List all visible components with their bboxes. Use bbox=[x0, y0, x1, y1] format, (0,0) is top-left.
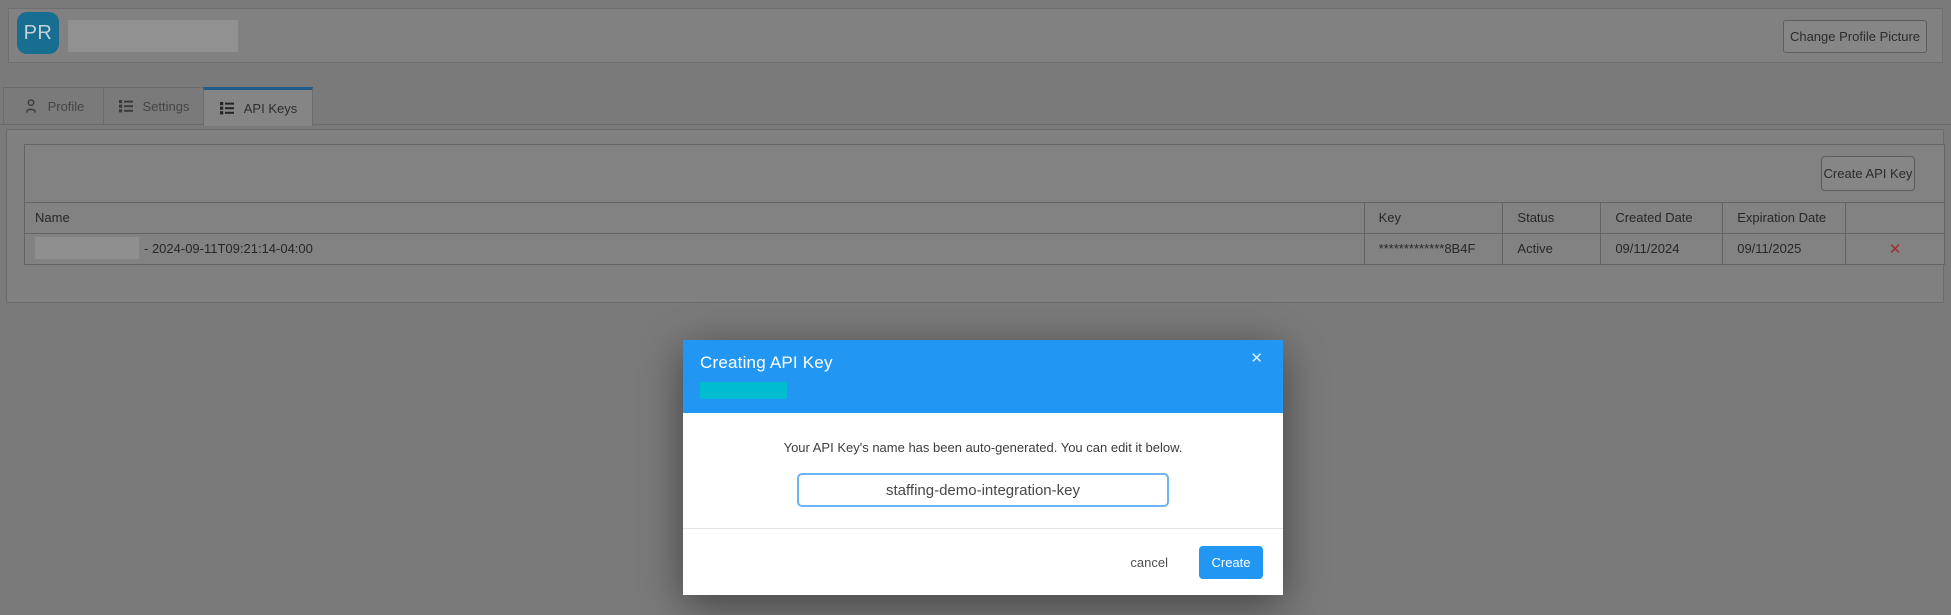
create-api-key-button[interactable]: Create API Key bbox=[1821, 156, 1915, 191]
api-keys-panel: Create API Key Name Key Status Created D… bbox=[6, 129, 1945, 303]
tab-settings[interactable]: Settings bbox=[103, 87, 203, 124]
create-button[interactable]: Create bbox=[1199, 545, 1263, 579]
api-key-name-cell: - 2024-09-11T09:21:14-04:00 bbox=[25, 234, 1364, 264]
api-keys-table: Create API Key Name Key Status Created D… bbox=[24, 144, 1945, 265]
close-icon[interactable]: ✕ bbox=[1246, 347, 1267, 370]
delete-icon[interactable]: ✕ bbox=[1889, 242, 1902, 257]
cancel-button[interactable]: cancel bbox=[1130, 555, 1168, 570]
tab-profile-label: Profile bbox=[47, 98, 85, 114]
tab-api-keys-label: API Keys bbox=[243, 100, 298, 116]
table-header-row: Name Key Status Created Date Expiration … bbox=[25, 202, 1944, 233]
list-icon bbox=[219, 100, 235, 116]
column-header-key: Key bbox=[1363, 203, 1503, 233]
profile-header-bar: PR Change Profile Picture bbox=[8, 8, 1943, 63]
table-toolbar: Create API Key bbox=[25, 145, 1944, 202]
dialog-title: Creating API Key bbox=[700, 353, 833, 372]
column-header-expiration: Expiration Date bbox=[1722, 203, 1845, 233]
person-icon bbox=[23, 98, 39, 114]
tab-api-keys[interactable]: API Keys bbox=[203, 87, 313, 126]
redacted-profile-name bbox=[68, 20, 238, 52]
api-key-created-cell: 09/11/2024 bbox=[1600, 234, 1722, 264]
api-key-actions-cell: ✕ bbox=[1845, 234, 1944, 264]
creating-api-key-dialog: Creating API Key ✕ Your API Key's name h… bbox=[683, 340, 1283, 595]
column-header-created: Created Date bbox=[1600, 203, 1722, 233]
api-key-status-cell: Active bbox=[1502, 234, 1600, 264]
profile-tabs: Profile Settings API Keys bbox=[0, 87, 1951, 126]
column-header-actions bbox=[1845, 203, 1944, 233]
tab-profile[interactable]: Profile bbox=[3, 87, 103, 124]
api-key-expiration-cell: 09/11/2025 bbox=[1722, 234, 1845, 264]
redacted-dialog-subtitle bbox=[700, 382, 787, 399]
change-profile-picture-button[interactable]: Change Profile Picture bbox=[1783, 20, 1927, 53]
api-key-masked-cell: *************8B4F bbox=[1363, 234, 1503, 264]
dialog-message: Your API Key's name has been auto-genera… bbox=[783, 440, 1183, 455]
table-row: - 2024-09-11T09:21:14-04:00 ************… bbox=[25, 233, 1944, 264]
dialog-header: Creating API Key ✕ bbox=[683, 340, 1283, 413]
avatar: PR bbox=[17, 12, 59, 54]
api-key-name-input[interactable] bbox=[797, 473, 1169, 507]
tab-settings-label: Settings bbox=[142, 98, 190, 114]
column-header-name: Name bbox=[35, 210, 70, 225]
dialog-footer: cancel Create bbox=[683, 528, 1283, 595]
redacted-key-name bbox=[35, 237, 139, 260]
column-header-status: Status bbox=[1502, 203, 1600, 233]
list-icon bbox=[118, 98, 134, 114]
api-key-name-suffix: - 2024-09-11T09:21:14-04:00 bbox=[144, 241, 313, 256]
